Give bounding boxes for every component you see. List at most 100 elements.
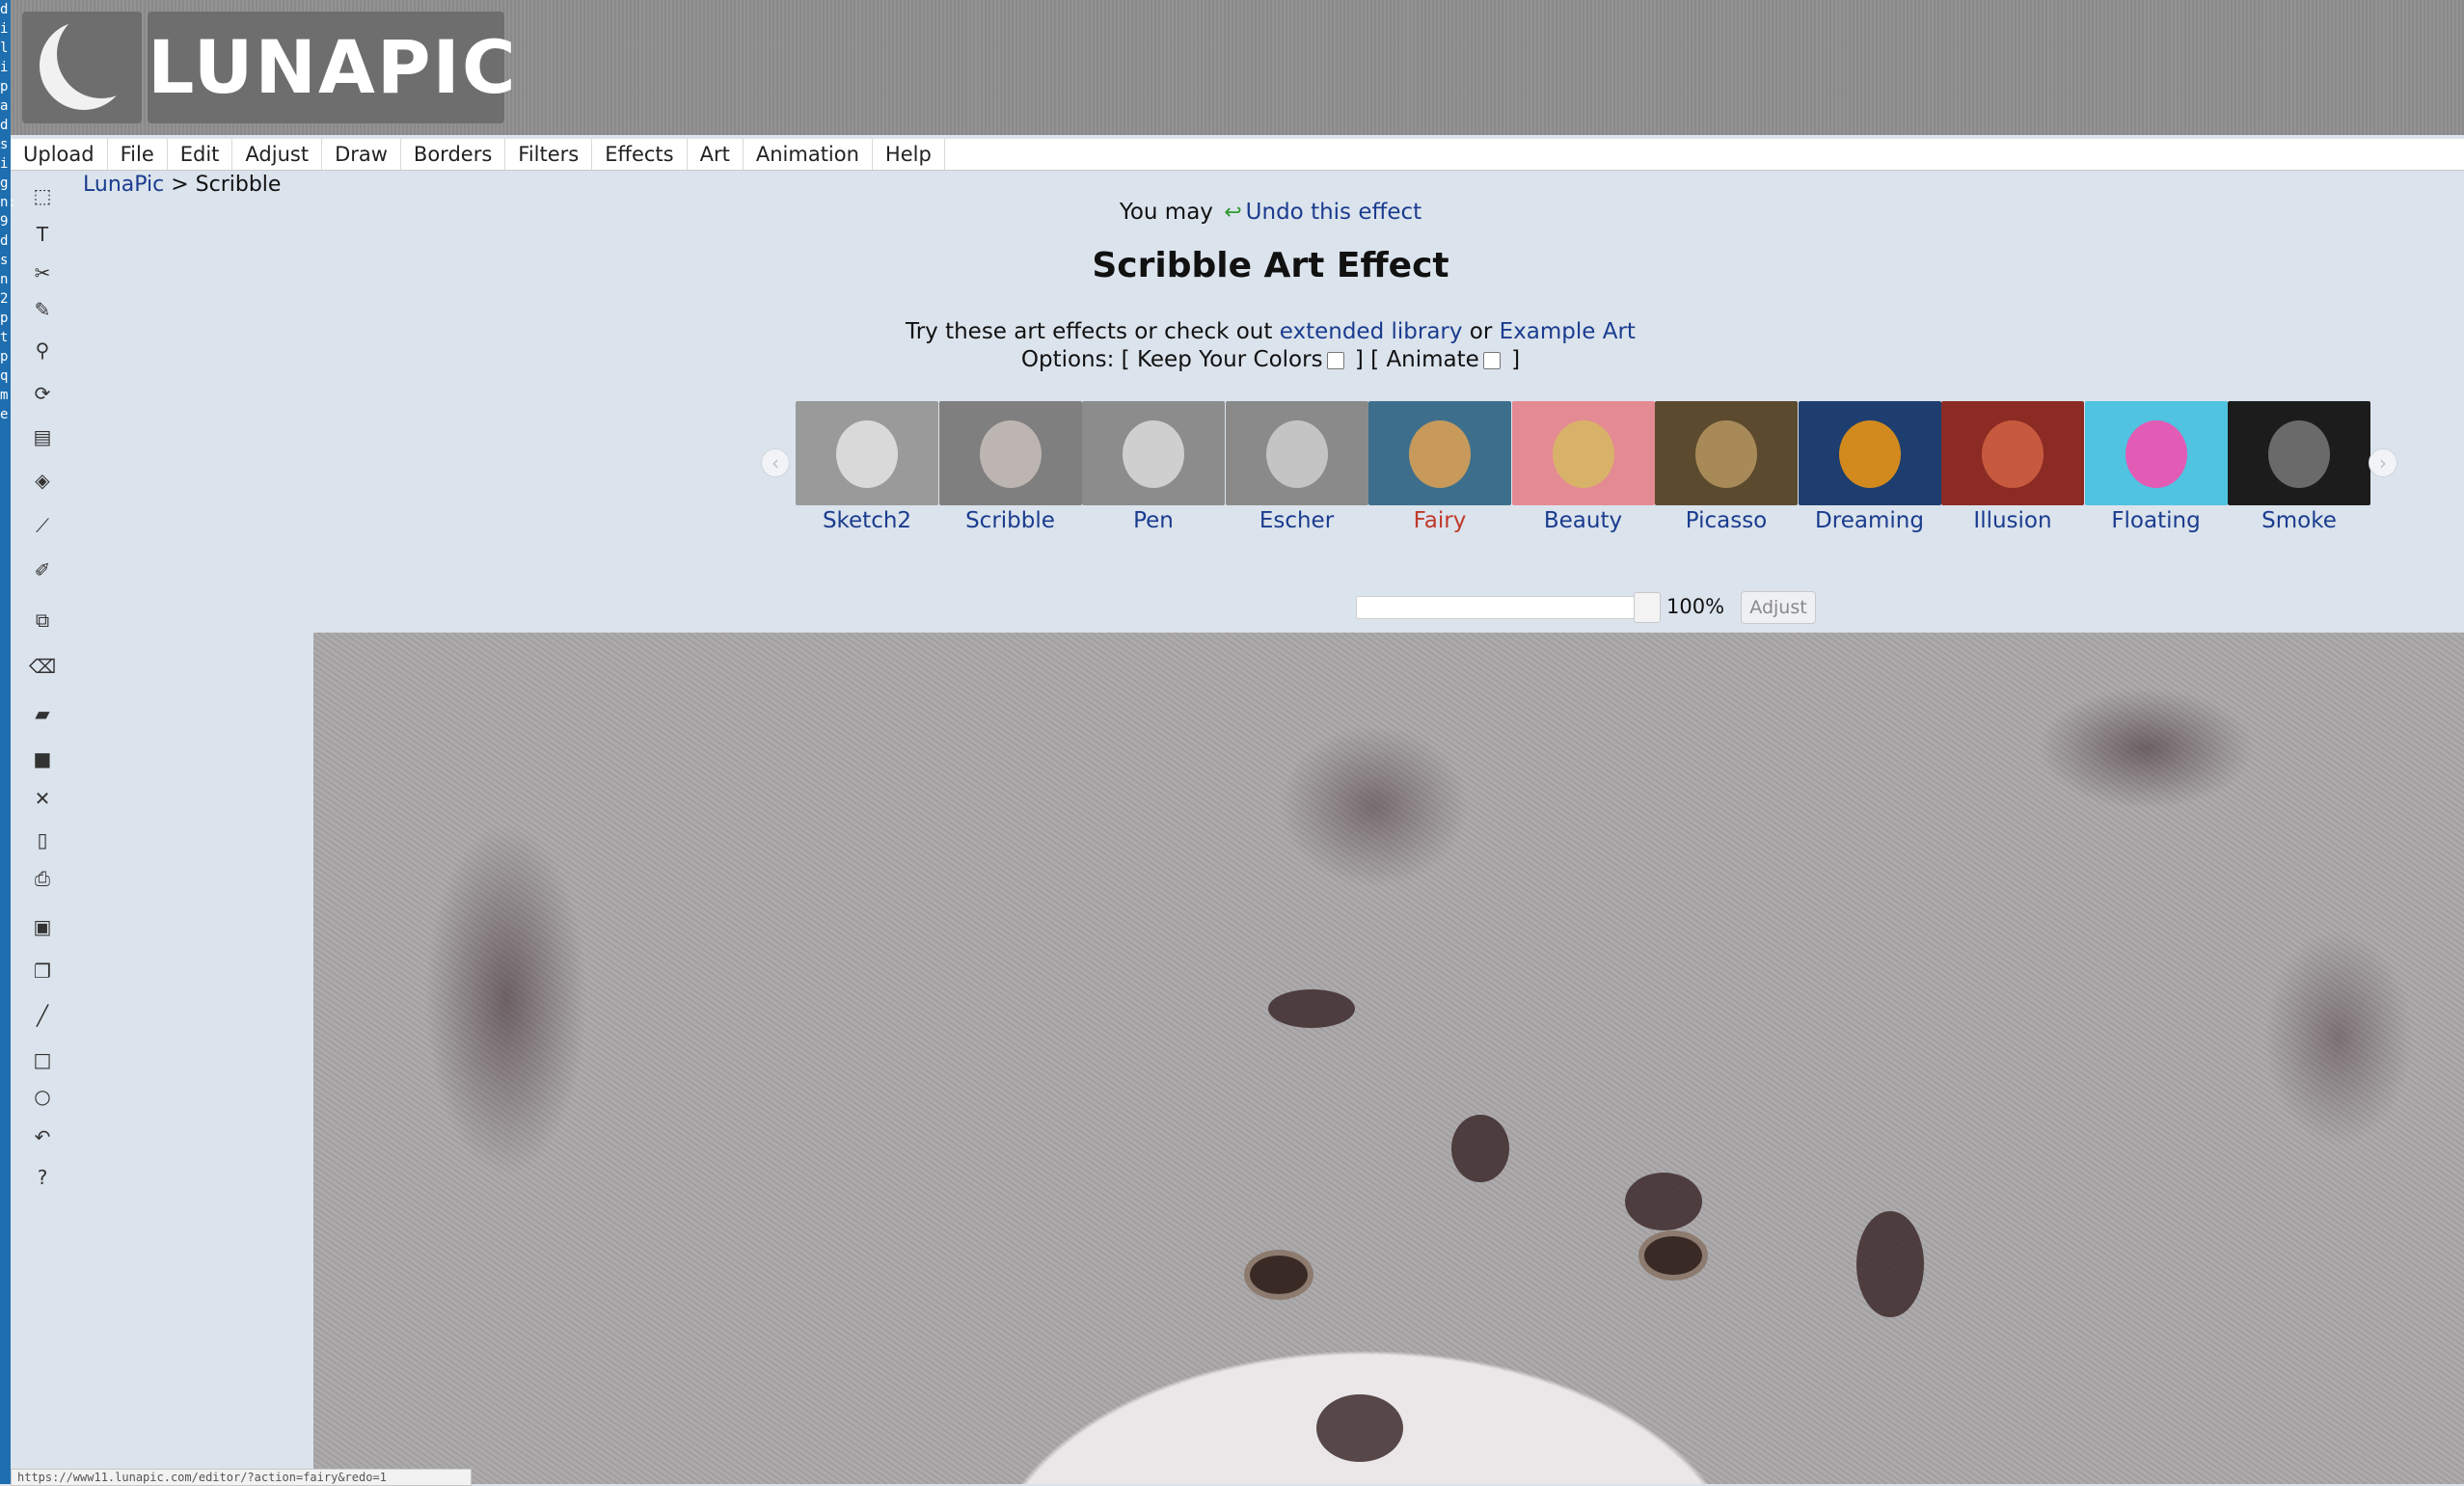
effect-label[interactable]: Escher [1226,505,1368,536]
brush-icon[interactable]: ✐ [30,557,55,582]
dog-spot [1451,1115,1509,1182]
paste-icon[interactable]: ▣ [30,914,55,939]
breadcrumb-separator: > [164,173,196,197]
effect-escher[interactable]: Escher [1225,401,1368,536]
menu-help[interactable]: Help [873,139,945,170]
effect-illusion[interactable]: Illusion [1941,401,2084,536]
options-mid: ] [ [1347,347,1387,372]
menu-art[interactable]: Art [688,139,744,170]
effect-label[interactable]: Smoke [2228,505,2370,536]
effect-picasso[interactable]: Picasso [1655,401,1798,536]
menu-effects[interactable]: Effects [592,139,688,170]
effect-label[interactable]: Picasso [1655,505,1798,536]
slider-value: 100% [1666,595,1725,618]
dog-spot [1316,1394,1403,1462]
effect-thumbnail[interactable] [2228,401,2370,505]
rectangle-icon[interactable]: □ [30,1047,55,1072]
effect-thumbnail[interactable] [1368,401,1511,505]
undo-effect-link[interactable]: Undo this effect [1246,200,1422,225]
undo-message: You may ↩ Undo this effect [0,197,2464,229]
dog-spot [1268,989,1355,1028]
effect-scribble[interactable]: Scribble [938,401,1082,536]
menu-adjust[interactable]: Adjust [232,139,323,170]
menu-borders[interactable]: Borders [401,139,506,170]
eyedropper-icon[interactable]: ⟋ [30,513,55,538]
adjust-button[interactable]: Adjust [1741,591,1816,624]
effect-label[interactable]: Scribble [939,505,1082,536]
close-icon[interactable]: ✕ [30,786,55,811]
dog-right-eye [1638,1230,1708,1281]
effect-thumbnail[interactable] [1082,401,1225,505]
undo-icon[interactable]: ↶ [30,1124,55,1149]
animate-label: Animate [1386,347,1479,372]
circle-icon[interactable]: ○ [30,1084,55,1109]
eraser-icon[interactable]: ⌫ [29,654,56,679]
keep-colors-label: Keep Your Colors [1136,347,1323,372]
carousel-prev-button[interactable]: ‹ [761,448,790,477]
save-icon[interactable]: ■ [30,746,55,771]
menu-file[interactable]: File [108,139,168,170]
rotate-icon[interactable]: ⟳ [30,381,55,406]
options-line: Options: [ Keep Your Colors ] [ Animate … [0,344,2464,375]
menu-draw[interactable]: Draw [322,139,401,170]
effect-floating[interactable]: Floating [2084,401,2228,536]
effect-thumbnail[interactable] [1655,401,1798,505]
paint-bucket-icon[interactable]: ◈ [30,468,55,493]
keep-colors-checkbox[interactable] [1326,351,1344,369]
effect-dreaming[interactable]: Dreaming [1798,401,1941,536]
effect-sketch2[interactable]: Sketch2 [796,401,938,536]
effect-pen[interactable]: Pen [1082,401,1225,536]
dog-spot [1625,1173,1702,1230]
effect-thumbnail[interactable] [796,401,938,505]
print-icon[interactable]: ⎙ [30,866,55,891]
new-page-icon[interactable]: ▯ [30,827,55,852]
effect-strength-slider[interactable] [1356,596,1636,619]
layer-icon[interactable]: ▤ [30,424,55,449]
breadcrumb-home-link[interactable]: LunaPic [83,173,164,197]
undo-prefix: You may [1119,200,1221,225]
effect-label[interactable]: Pen [1082,505,1225,536]
site-header: LUNAPIC [11,0,2464,135]
effect-label[interactable]: Sketch2 [796,505,938,536]
breadcrumb-current: Scribble [195,173,282,197]
lunapic-moon-logo-icon[interactable] [22,12,142,123]
effect-smoke[interactable]: Smoke [2228,401,2370,536]
try-effects-line: Try these art effects or check out exten… [0,316,2464,347]
dog-spot [1856,1211,1924,1317]
image-canvas[interactable] [313,633,2464,1484]
effect-fairy[interactable]: Fairy [1368,401,1511,536]
crop-icon[interactable]: ⧉ [30,608,55,633]
effect-thumbnail[interactable] [1798,401,1941,505]
menu-upload[interactable]: Upload [11,139,108,170]
extended-library-link[interactable]: extended library [1280,319,1463,344]
slider-handle[interactable] [1634,592,1661,623]
page-title: Scribble Art Effect [1092,246,1449,285]
effect-label[interactable]: Illusion [1941,505,2084,536]
effect-thumbnail[interactable] [2084,401,2228,505]
menu-edit[interactable]: Edit [168,139,233,170]
effect-label[interactable]: Fairy [1368,505,1511,536]
effect-thumbnail[interactable] [1941,401,2084,505]
open-folder-icon[interactable]: ▰ [30,701,55,726]
menu-filters[interactable]: Filters [505,139,593,170]
breadcrumb: LunaPic > Scribble [83,171,281,200]
animate-checkbox[interactable] [1482,351,1501,369]
effect-thumbnail[interactable] [1225,401,1368,505]
effect-thumbnail[interactable] [1511,401,1655,505]
effect-beauty[interactable]: Beauty [1511,401,1655,536]
help-icon[interactable]: ? [30,1165,55,1190]
copy-icon[interactable]: ❐ [30,959,55,984]
line-icon[interactable]: ╱ [30,1003,55,1028]
effect-label[interactable]: Floating [2085,505,2228,536]
lunapic-logo[interactable]: LUNAPIC [148,12,516,123]
effect-label[interactable]: Beauty [1512,505,1655,536]
undo-arrow-icon: ↩ [1224,201,1242,225]
menu-animation[interactable]: Animation [744,139,873,170]
example-art-link[interactable]: Example Art [1500,319,1636,344]
browser-status-url: https://www11.lunapic.com/editor/?action… [11,1469,472,1486]
effect-label[interactable]: Dreaming [1799,505,1941,536]
effect-thumbnail[interactable] [938,401,1082,505]
effects-carousel: Sketch2 Scribble Pen Escher Fairy Beauty Picas… [796,401,2370,536]
carousel-next-button[interactable]: › [2369,448,2397,477]
main-menu: Upload File Edit Adjust Draw Borders Filters Ef… [11,139,2464,171]
